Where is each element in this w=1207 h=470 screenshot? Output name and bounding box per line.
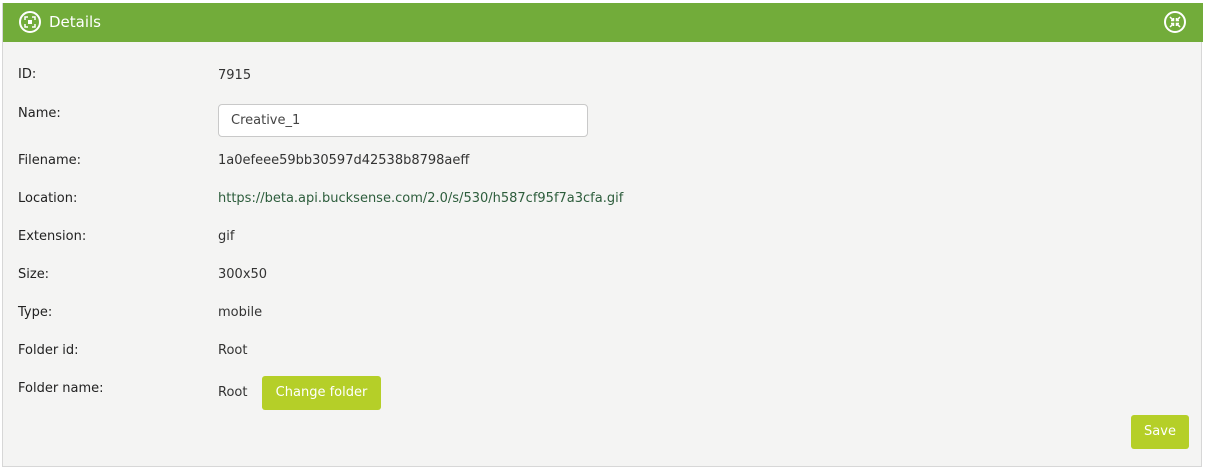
panel-title: Details xyxy=(49,13,102,31)
panel-header: Details xyxy=(3,3,1203,42)
id-label: ID: xyxy=(18,67,37,82)
folder-name-value: Root xyxy=(218,385,248,400)
size-value: 300x50 xyxy=(218,267,268,282)
folder-id-value: Root xyxy=(218,343,248,358)
folder-name-label: Folder name: xyxy=(18,381,104,396)
change-folder-button[interactable]: Change folder xyxy=(262,376,381,410)
extension-value: gif xyxy=(218,229,235,244)
focus-frame-icon xyxy=(19,11,41,33)
location-label: Location: xyxy=(18,191,78,206)
location-link[interactable]: https://beta.api.bucksense.com/2.0/s/530… xyxy=(218,191,623,207)
collapse-icon[interactable] xyxy=(1164,11,1186,33)
folder-id-label: Folder id: xyxy=(18,343,79,358)
filename-label: Filename: xyxy=(18,153,82,168)
id-value: 7915 xyxy=(218,68,252,83)
details-panel: Details ID: 7915 Name: Filename: 1a0efee… xyxy=(2,3,1203,467)
name-input[interactable] xyxy=(218,104,588,137)
name-label: Name: xyxy=(18,106,61,121)
type-value: mobile xyxy=(218,305,263,320)
filename-value: 1a0efeee59bb30597d42538b8798aeff xyxy=(218,153,470,168)
extension-label: Extension: xyxy=(18,229,87,244)
type-label: Type: xyxy=(18,305,53,320)
save-button[interactable]: Save xyxy=(1131,415,1189,449)
size-label: Size: xyxy=(18,267,50,282)
